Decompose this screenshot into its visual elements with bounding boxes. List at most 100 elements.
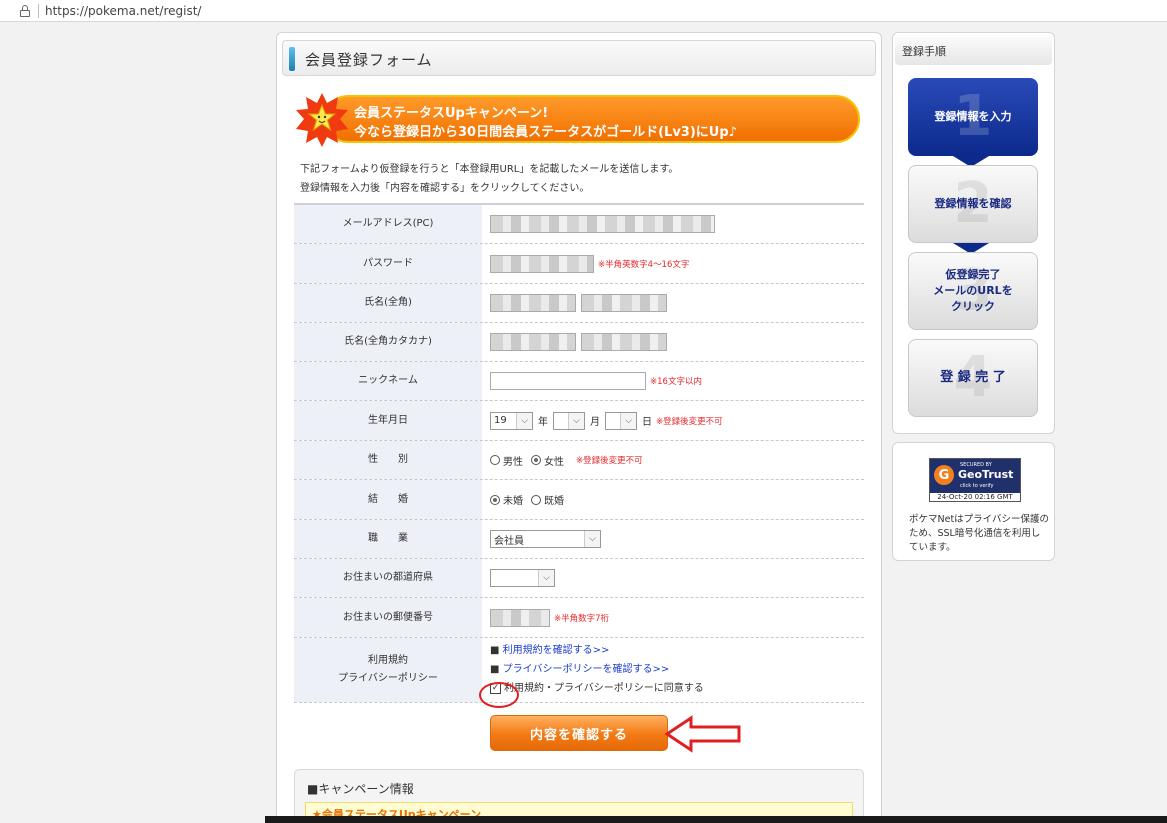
year-unit: 年 xyxy=(538,417,548,428)
password-field[interactable] xyxy=(490,254,594,273)
job-label: 職 業 xyxy=(294,520,482,558)
row-marriage: 結 婚 未婚 既婚 xyxy=(294,480,864,520)
terms-label-line2: プライバシーポリシー xyxy=(338,673,438,684)
seal-click: click to verify xyxy=(960,483,994,489)
row-birthdate: 生年月日 19 ⌵ 年 ⌵ 月 ⌵ 日 ※登録後変更不可 xyxy=(294,401,864,441)
name-label: 氏名(全角) xyxy=(294,284,482,322)
pref-label: お住まいの都道府県 xyxy=(294,559,482,597)
email-label: メールアドレス(PC) xyxy=(294,205,482,243)
gender-male-option[interactable]: 男性 xyxy=(490,453,523,468)
campaign-banner[interactable]: 会員ステータスUpキャンペーン! 今なら登録日から30日間会員ステータスがゴール… xyxy=(294,93,860,147)
confirm-button[interactable]: 内容を確認する xyxy=(490,715,668,751)
campaign-heading: ■キャンペーン情報 xyxy=(307,782,414,796)
url-text[interactable]: https://pokema.net/regist/ xyxy=(45,4,201,18)
marriage-married-option[interactable]: 既婚 xyxy=(531,492,564,507)
privacy-link-row: ■ プライバシーポリシーを確認する>> xyxy=(490,660,864,679)
step-3: 3 仮登録完了 メールのURLを クリック xyxy=(908,252,1038,330)
address-bar[interactable]: https://pokema.net/regist/ xyxy=(0,0,1167,22)
chevron-down-icon: ⌵ xyxy=(620,412,636,429)
password-note: ※半角英数字4～16文字 xyxy=(598,259,690,270)
step-label: 登録情報を入力 xyxy=(934,110,1012,123)
row-terms: 利用規約 プライバシーポリシー ■ 利用規約を確認する>> ■ プライバシーポリ… xyxy=(294,638,864,708)
gender-female-label: 女性 xyxy=(544,456,564,468)
chevron-down-icon: ⌵ xyxy=(516,412,532,429)
annotation-red-circle xyxy=(479,682,519,708)
nickname-label: ニックネーム xyxy=(294,362,482,400)
row-password: パスワード ※半角英数字4～16文字 xyxy=(294,244,864,284)
prefecture-select[interactable]: ⌵ xyxy=(490,569,555,587)
job-value: 会社員 xyxy=(494,535,524,547)
ssl-text: ポケマNetはプライバシー保護のため、SSL暗号化通信を利用しています。 xyxy=(909,514,1049,553)
steps-title: 登録手順 xyxy=(895,35,1052,65)
banner-line1: 会員ステータスUpキャンペーン! xyxy=(354,106,549,121)
last-name-kana-field[interactable] xyxy=(490,333,576,351)
star-badge-icon xyxy=(296,93,348,147)
chevron-down-icon: ⌵ xyxy=(584,531,600,547)
step-1: 1 登録情報を入力 xyxy=(908,78,1038,156)
birth-month-select[interactable]: ⌵ xyxy=(553,411,585,430)
last-name-field[interactable] xyxy=(490,294,576,312)
marriage-single-option[interactable]: 未婚 xyxy=(490,492,523,507)
radio-male[interactable] xyxy=(490,455,500,465)
kana-label: 氏名(全角カタカナ) xyxy=(294,323,482,361)
marriage-married-label: 既婚 xyxy=(544,496,564,507)
radio-female[interactable] xyxy=(531,455,541,465)
page-title: 会員登録フォーム xyxy=(305,51,433,69)
first-name-field[interactable] xyxy=(581,294,667,312)
address-separator xyxy=(38,3,39,18)
terms-label-line1: 利用規約 xyxy=(368,655,408,666)
title-accent xyxy=(289,47,295,71)
step-label-line2: メールのURLを xyxy=(933,284,1013,297)
birth-year-value: 19 xyxy=(494,415,507,426)
bullet: ■ xyxy=(490,645,500,656)
month-unit: 月 xyxy=(590,417,600,428)
terms-label: 利用規約 プライバシーポリシー xyxy=(294,638,482,702)
seal-date: 24-Oct-20 02:16 GMT xyxy=(937,493,1013,501)
agree-label: 利用規約・プライバシーポリシーに同意する xyxy=(504,683,704,694)
row-kana: 氏名(全角カタカナ) xyxy=(294,323,864,362)
seal-brand: GeoTrust xyxy=(958,468,1014,481)
radio-married[interactable] xyxy=(531,494,541,505)
nickname-field[interactable] xyxy=(490,372,646,390)
intro-text: 下記フォームより仮登録を行うと「本登録用URL」を記載したメールを送信します。 … xyxy=(300,160,678,198)
gender-note: ※登録後変更不可 xyxy=(576,456,643,466)
radio-single[interactable] xyxy=(490,494,500,505)
privacy-link[interactable]: プライバシーポリシーを確認する>> xyxy=(503,664,670,675)
birth-year-select[interactable]: 19 ⌵ xyxy=(490,411,533,430)
ssl-panel: G SECURED BY GeoTrust click to verify 24… xyxy=(892,442,1055,561)
gender-female-option[interactable]: 女性 xyxy=(531,453,564,468)
zip-field[interactable] xyxy=(490,608,550,627)
email-field[interactable] xyxy=(490,215,715,233)
intro-line1: 下記フォームより仮登録を行うと「本登録用URL」を記載したメールを送信します。 xyxy=(300,164,679,175)
lock-icon xyxy=(20,4,30,17)
banner-line2: 今なら登録日から30日間会員ステータスがゴールド(Lv3)にUp♪ xyxy=(354,125,737,140)
birth-day-select[interactable]: ⌵ xyxy=(605,411,637,430)
day-unit: 日 xyxy=(642,417,652,428)
row-prefecture: お住まいの都道府県 ⌵ xyxy=(294,559,864,598)
chevron-down-icon: ⌵ xyxy=(538,570,554,586)
zip-note: ※半角数字7桁 xyxy=(554,613,610,624)
step-label: 登録情報を確認 xyxy=(934,197,1012,210)
agree-row[interactable]: ✓ 利用規約・プライバシーポリシーに同意する xyxy=(490,679,864,698)
gender-male-label: 男性 xyxy=(503,456,523,468)
chevron-down-icon: ⌵ xyxy=(568,412,584,429)
row-gender: 性 別 男性 女性 ※登録後変更不可 xyxy=(294,441,864,480)
step-label-line1: 仮登録完了 xyxy=(945,268,1001,281)
row-name: 氏名(全角) xyxy=(294,284,864,323)
registration-panel: 会員登録フォーム 会員ステータスUpキャンペーン! 今なら登録日から30日間会員… xyxy=(276,32,882,823)
step-4: 4 登 録 完 了 xyxy=(908,339,1038,417)
step-2: 2 登録情報を確認 xyxy=(908,165,1038,243)
intro-line2: 登録情報を入力後「内容を確認する」をクリックしてください。 xyxy=(300,183,590,194)
marriage-single-label: 未婚 xyxy=(503,496,523,507)
step-label-line3: クリック xyxy=(950,300,995,313)
first-name-kana-field[interactable] xyxy=(581,333,667,351)
terms-link[interactable]: 利用規約を確認する>> xyxy=(503,645,610,656)
job-select[interactable]: 会社員 ⌵ xyxy=(490,530,601,548)
zip-label: お住まいの郵便番号 xyxy=(294,598,482,637)
gender-label: 性 別 xyxy=(294,441,482,479)
geotrust-seal[interactable]: G SECURED BY GeoTrust click to verify 24… xyxy=(929,458,1021,502)
row-email: メールアドレス(PC) xyxy=(294,205,864,244)
registration-form: メールアドレス(PC) パスワード ※半角英数字4～16文字 氏名(全角) 氏名… xyxy=(294,203,864,708)
birth-label: 生年月日 xyxy=(294,401,482,440)
form-title-bar: 会員登録フォーム xyxy=(282,40,876,76)
